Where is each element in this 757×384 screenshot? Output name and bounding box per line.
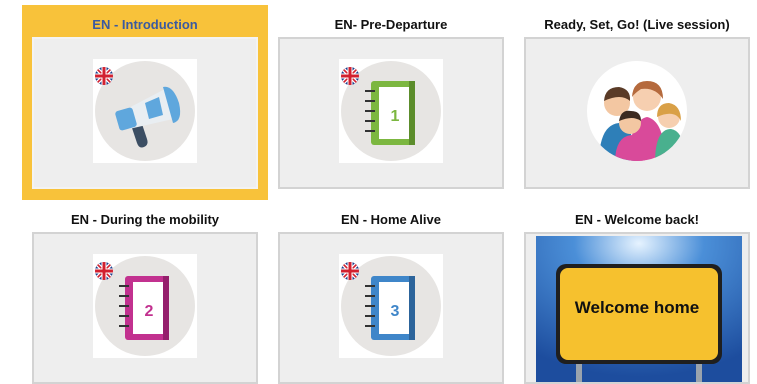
tile-title: EN- Pre-Departure — [334, 17, 448, 32]
uk-flag-icon — [95, 262, 113, 280]
tile-thumbnail[interactable] — [524, 37, 750, 189]
tile-title: EN - Introduction — [92, 17, 198, 32]
tile-thumbnail[interactable]: Welcome home — [524, 232, 750, 384]
welcome-home-sign: Welcome home — [536, 236, 742, 382]
svg-text:1: 1 — [391, 108, 400, 125]
thumbnail-image: 3 — [339, 254, 443, 358]
thumbnail-image — [585, 59, 689, 163]
tile-title: Ready, Set, Go! (Live session) — [544, 17, 730, 32]
thumbnail-image: 2 — [93, 254, 197, 358]
thumbnail-image — [93, 59, 197, 163]
group-of-people-icon — [587, 61, 687, 161]
uk-flag-icon — [95, 67, 113, 85]
tile-thumbnail[interactable]: 1 — [278, 37, 504, 189]
thumbnail-image: 1 — [339, 59, 443, 163]
tile-title: EN - Home Alive — [341, 212, 441, 227]
tile-thumbnail[interactable]: 2 — [32, 232, 258, 384]
tile-thumbnail[interactable] — [32, 37, 258, 189]
uk-flag-icon — [341, 67, 359, 85]
tile-thumbnail[interactable]: 3 — [278, 232, 504, 384]
svg-text:3: 3 — [391, 303, 400, 320]
sign-text: Welcome home — [574, 298, 700, 317]
tile-title: EN - During the mobility — [70, 212, 220, 227]
uk-flag-icon — [341, 262, 359, 280]
tile-title: EN - Welcome back! — [574, 212, 700, 227]
svg-text:2: 2 — [145, 303, 154, 320]
